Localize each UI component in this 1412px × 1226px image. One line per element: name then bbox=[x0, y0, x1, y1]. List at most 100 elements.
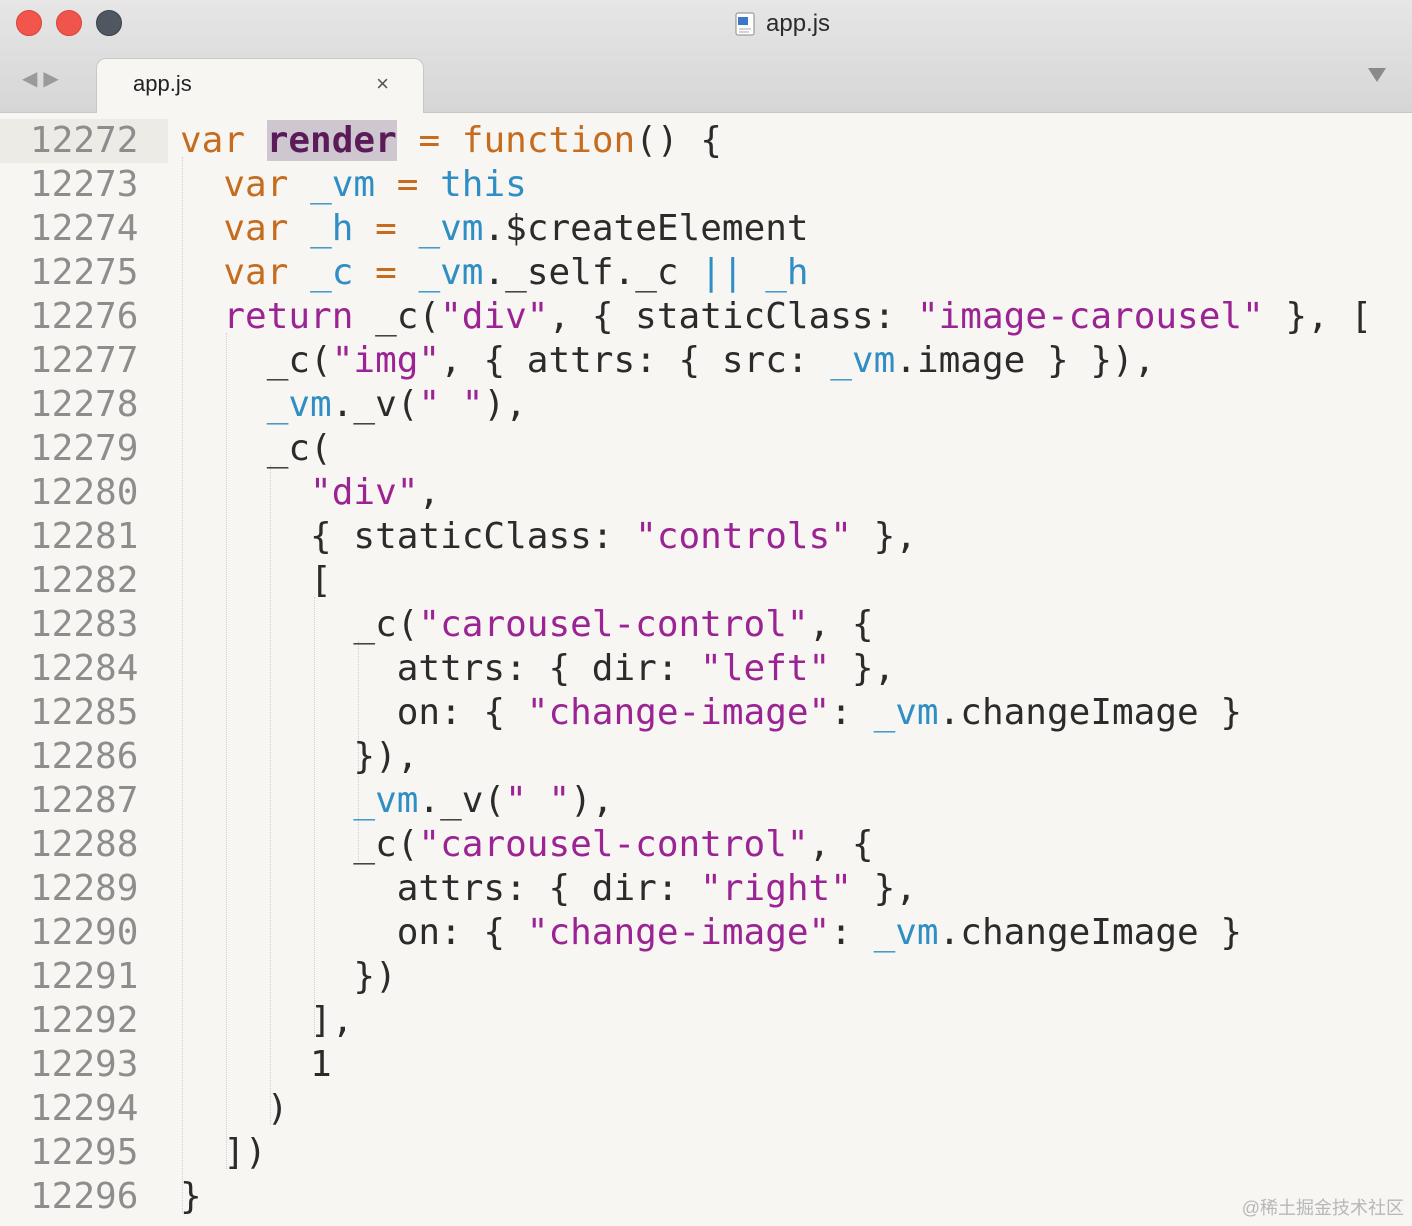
code-token: = function bbox=[418, 120, 636, 161]
code-line[interactable]: 12278 _vm._v(" "), bbox=[0, 383, 1412, 427]
code-token: _vm bbox=[266, 384, 332, 425]
code-token: : bbox=[830, 692, 874, 733]
code-token: = bbox=[375, 164, 441, 205]
code-line[interactable]: 12288 _c("carousel-control", { bbox=[0, 823, 1412, 867]
code-token: "change-image" bbox=[526, 692, 831, 733]
line-number: 12279 bbox=[30, 428, 139, 469]
code-token: .changeImage } bbox=[938, 692, 1243, 733]
code-token: = bbox=[353, 208, 419, 249]
code-text: _vm._v(" "), bbox=[180, 779, 614, 823]
code-token: attrs: { dir: bbox=[180, 648, 701, 689]
code-token: _vm bbox=[418, 252, 484, 293]
forward-arrow-icon[interactable]: ▶ bbox=[43, 66, 64, 91]
line-number: 12294 bbox=[30, 1088, 139, 1129]
tab-list-dropdown-icon[interactable] bbox=[1368, 68, 1386, 82]
code-text: [ bbox=[180, 559, 332, 603]
code-token: _vm bbox=[418, 208, 484, 249]
code-text: var render = function() { bbox=[180, 119, 722, 163]
code-line[interactable]: 12289 attrs: { dir: "right" }, bbox=[0, 867, 1412, 911]
code-text: ) bbox=[180, 1087, 289, 1131]
code-line[interactable]: 12286 }), bbox=[0, 735, 1412, 779]
code-token: _c( bbox=[180, 340, 332, 381]
code-line[interactable]: 12279 _c( bbox=[0, 427, 1412, 471]
code-token: }, bbox=[830, 648, 896, 689]
code-line[interactable]: 12296} bbox=[0, 1175, 1412, 1219]
code-token: var bbox=[223, 252, 311, 293]
code-token: ), bbox=[483, 384, 527, 425]
code-token: "carousel-control" bbox=[418, 824, 809, 865]
code-text: _c("carousel-control", { bbox=[180, 823, 874, 867]
tab-app-js[interactable]: app.js × bbox=[96, 58, 424, 113]
code-line[interactable]: 12281 { staticClass: "controls" }, bbox=[0, 515, 1412, 559]
code-token: .$createElement bbox=[483, 208, 809, 249]
code-line[interactable]: 12274 var _h = _vm.$createElement bbox=[0, 207, 1412, 251]
history-navigation: ◀▶ bbox=[22, 66, 65, 91]
code-line[interactable]: 12280 "div", bbox=[0, 471, 1412, 515]
code-token: _vm bbox=[310, 164, 376, 205]
code-line[interactable]: 12291 }) bbox=[0, 955, 1412, 999]
code-text: return _c("div", { staticClass: "image-c… bbox=[180, 295, 1372, 339]
minimize-window-button[interactable] bbox=[56, 10, 82, 36]
code-token: "div" bbox=[310, 472, 419, 513]
line-number: 12287 bbox=[30, 780, 139, 821]
code-token: _c( bbox=[180, 604, 419, 645]
code-token: }, [ bbox=[1263, 296, 1373, 337]
code-token: }, bbox=[851, 516, 917, 557]
code-line[interactable]: 12273 var _vm = this bbox=[0, 163, 1412, 207]
code-token: , { bbox=[808, 824, 874, 865]
code-line[interactable]: 12293 1 bbox=[0, 1043, 1412, 1087]
code-token: this bbox=[440, 164, 527, 205]
code-token: , bbox=[418, 472, 441, 513]
code-text: ]) bbox=[180, 1131, 266, 1175]
back-arrow-icon[interactable]: ◀ bbox=[22, 66, 43, 91]
code-line[interactable]: 12283 _c("carousel-control", { bbox=[0, 603, 1412, 647]
code-token: ], bbox=[180, 1000, 354, 1041]
code-token: _c( bbox=[375, 296, 441, 337]
line-number: 12289 bbox=[30, 868, 139, 909]
code-token: _vm bbox=[830, 340, 896, 381]
code-line[interactable]: 12284 attrs: { dir: "left" }, bbox=[0, 647, 1412, 691]
code-line[interactable]: 12290 on: { "change-image": _vm.changeIm… bbox=[0, 911, 1412, 955]
code-text: var _c = _vm._self._c || _h bbox=[180, 251, 808, 295]
line-number: 12274 bbox=[30, 208, 139, 249]
code-line[interactable]: 12275 var _c = _vm._self._c || _h bbox=[0, 251, 1412, 295]
code-token: { staticClass: bbox=[180, 516, 636, 557]
code-token: _c bbox=[310, 252, 354, 293]
maximize-window-button[interactable] bbox=[96, 10, 122, 36]
code-line[interactable]: 12277 _c("img", { attrs: { src: _vm.imag… bbox=[0, 339, 1412, 383]
code-editor[interactable]: 12272 var render = function() {12273 var … bbox=[0, 113, 1412, 1226]
code-line[interactable]: 12287 _vm._v(" "), bbox=[0, 779, 1412, 823]
code-line[interactable]: 12285 on: { "change-image": _vm.changeIm… bbox=[0, 691, 1412, 735]
code-line[interactable]: 12294 ) bbox=[0, 1087, 1412, 1131]
code-text: 1 bbox=[180, 1043, 332, 1087]
code-token: () { bbox=[635, 120, 722, 161]
code-token: ._self._c bbox=[483, 252, 701, 293]
code-token: , { attrs: { src: bbox=[440, 340, 831, 381]
code-line[interactable]: 12282 [ bbox=[0, 559, 1412, 603]
code-token: .changeImage } bbox=[938, 912, 1243, 953]
code-token: , { bbox=[808, 604, 874, 645]
tab-close-icon[interactable]: × bbox=[376, 71, 389, 97]
code-line[interactable]: 12272 var render = function() { bbox=[0, 119, 1412, 163]
code-token: "carousel-control" bbox=[418, 604, 809, 645]
code-token: var bbox=[180, 120, 267, 161]
code-token: , { staticClass: bbox=[548, 296, 917, 337]
line-number: 12284 bbox=[30, 648, 139, 689]
code-token: _c( bbox=[180, 428, 332, 469]
code-line[interactable]: 12292 ], bbox=[0, 999, 1412, 1043]
code-line[interactable]: 12295 ]) bbox=[0, 1131, 1412, 1175]
code-token: var bbox=[223, 164, 311, 205]
code-token: on: { bbox=[180, 692, 527, 733]
line-number: 12293 bbox=[30, 1044, 139, 1085]
code-token: } bbox=[180, 1176, 202, 1217]
close-window-button[interactable] bbox=[16, 10, 42, 36]
code-token: var bbox=[223, 208, 311, 249]
code-token: _vm bbox=[873, 692, 939, 733]
code-token: = bbox=[353, 252, 419, 293]
code-token: attrs: { dir: bbox=[180, 868, 701, 909]
code-text: _c("img", { attrs: { src: _vm.image } })… bbox=[180, 339, 1156, 383]
code-line[interactable]: 12276 return _c("div", { staticClass: "i… bbox=[0, 295, 1412, 339]
code-token: ), bbox=[570, 780, 614, 821]
